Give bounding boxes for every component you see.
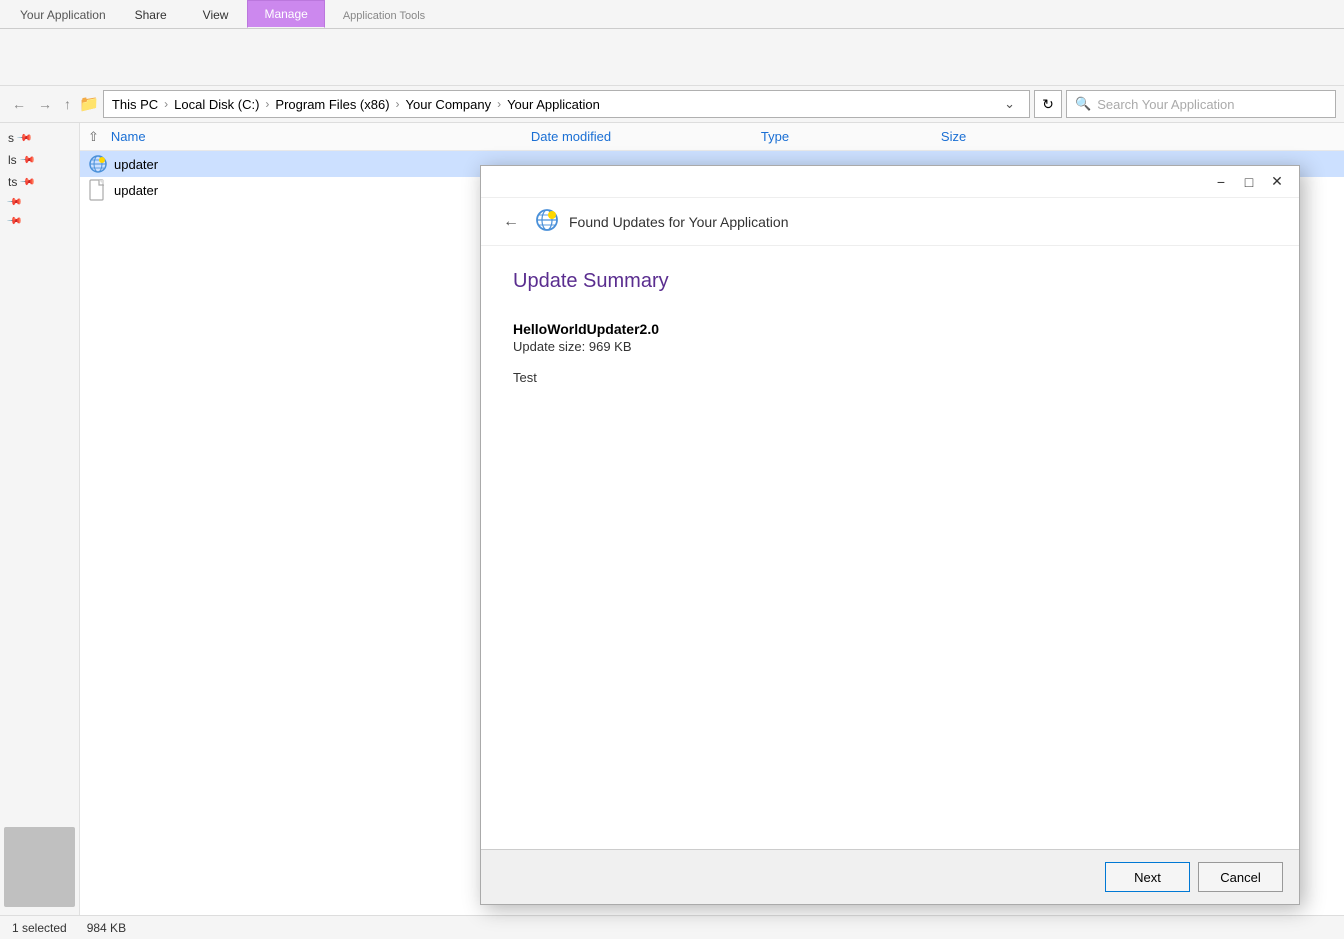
pin-icon-5: 📌 (6, 213, 23, 230)
search-placeholder: Search Your Application (1097, 97, 1234, 112)
next-button[interactable]: Next (1105, 862, 1190, 892)
update-dialog: − □ ✕ ← Found Updates for Your Applicati… (480, 165, 1300, 905)
sep-3: › (396, 97, 400, 111)
dialog-app-icon (535, 208, 559, 235)
col-header-name[interactable]: Name (107, 127, 527, 146)
cancel-button[interactable]: Cancel (1198, 862, 1283, 892)
col-header-size[interactable]: Size (937, 127, 1087, 146)
update-size: Update size: 969 KB (513, 339, 1267, 354)
file-icon-doc-2 (88, 180, 108, 200)
tab-share[interactable]: Share (118, 1, 184, 28)
breadcrumb-company[interactable]: Your Company (406, 97, 492, 112)
size-status: 984 KB (87, 921, 126, 935)
ribbon-commands (0, 29, 1344, 85)
sidebar-item-4[interactable]: 📌 (0, 193, 79, 212)
file-list-header: ⇧ Name Date modified Type Size (80, 123, 1344, 151)
breadcrumb-programfiles[interactable]: Program Files (x86) (275, 97, 389, 112)
sidebar-label-3: ts (8, 175, 17, 189)
ribbon-app-tab: Your Application (8, 2, 118, 28)
breadcrumb-localdisk[interactable]: Local Disk (C:) (174, 97, 259, 112)
dialog-header-title: Found Updates for Your Application (569, 214, 789, 230)
address-bar-row: ← → ↑ 📁 This PC › Local Disk (C:) › Prog… (0, 86, 1344, 123)
update-summary-title: Update Summary (513, 270, 1267, 293)
minimize-button[interactable]: − (1207, 171, 1235, 193)
search-icon: 🔍 (1075, 96, 1091, 112)
sidebar-item-2[interactable]: ls 📌 (0, 149, 79, 171)
sep-1: › (164, 97, 168, 111)
ribbon-tabs: Your Application Share View Manage Appli… (0, 0, 1344, 29)
sidebar-item-3[interactable]: ts 📌 (0, 171, 79, 193)
pin-icon-4: 📌 (6, 194, 23, 211)
tools-label: Application Tools (331, 4, 437, 28)
tab-view[interactable]: View (186, 1, 246, 28)
refresh-button[interactable]: ↻ (1034, 90, 1062, 118)
file-name-1: updater (114, 157, 514, 172)
maximize-button[interactable]: □ (1235, 171, 1263, 193)
tab-manage[interactable]: Manage (247, 0, 324, 28)
breadcrumb-dropdown-icon[interactable]: ⌄ (998, 96, 1021, 112)
sep-2: › (265, 97, 269, 111)
dialog-back-button[interactable]: ← (497, 211, 525, 233)
col-header-date[interactable]: Date modified (527, 127, 757, 146)
nav-forward-icon[interactable]: → (34, 96, 56, 112)
status-bar: 1 selected 984 KB (0, 915, 1344, 939)
sidebar: s 📌 ls 📌 ts 📌 📌 📌 (0, 123, 80, 915)
sort-up-icon[interactable]: ⇧ (88, 129, 99, 145)
update-description: Test (513, 370, 1267, 385)
close-button[interactable]: ✕ (1263, 171, 1291, 193)
sidebar-label-1: s (8, 131, 14, 145)
selection-status: 1 selected (12, 921, 67, 935)
file-icon-globe-1 (88, 154, 108, 174)
pin-icon-3: 📌 (19, 174, 36, 191)
update-item: HelloWorldUpdater2.0 Update size: 969 KB (513, 321, 1267, 354)
breadcrumb-thispc[interactable]: This PC (112, 97, 158, 112)
nav-back-icon[interactable]: ← (8, 96, 30, 112)
update-name: HelloWorldUpdater2.0 (513, 321, 1267, 337)
pin-icon-2: 📌 (19, 152, 36, 169)
sidebar-scrollbar[interactable] (4, 827, 75, 907)
pin-icon-1: 📌 (16, 130, 33, 147)
sidebar-item-1[interactable]: s 📌 (0, 127, 79, 149)
sidebar-label-2: ls (8, 153, 17, 167)
search-bar[interactable]: 🔍 Search Your Application (1066, 90, 1336, 118)
sidebar-item-5[interactable]: 📌 (0, 212, 79, 231)
breadcrumb-app[interactable]: Your Application (507, 97, 600, 112)
address-bar[interactable]: This PC › Local Disk (C:) › Program File… (103, 90, 1030, 118)
ribbon: Your Application Share View Manage Appli… (0, 0, 1344, 86)
dialog-footer: Next Cancel (481, 849, 1299, 904)
refresh-icon: ↻ (1042, 96, 1054, 113)
dialog-titlebar: − □ ✕ (481, 166, 1299, 198)
dialog-body: Update Summary HelloWorldUpdater2.0 Upda… (481, 246, 1299, 849)
folder-nav-icon: 📁 (79, 94, 99, 114)
sep-4: › (497, 97, 501, 111)
nav-up-icon[interactable]: ↑ (60, 96, 75, 112)
col-header-type[interactable]: Type (757, 127, 937, 146)
dialog-header: ← Found Updates for Your Application (481, 198, 1299, 246)
file-name-2: updater (114, 183, 514, 198)
